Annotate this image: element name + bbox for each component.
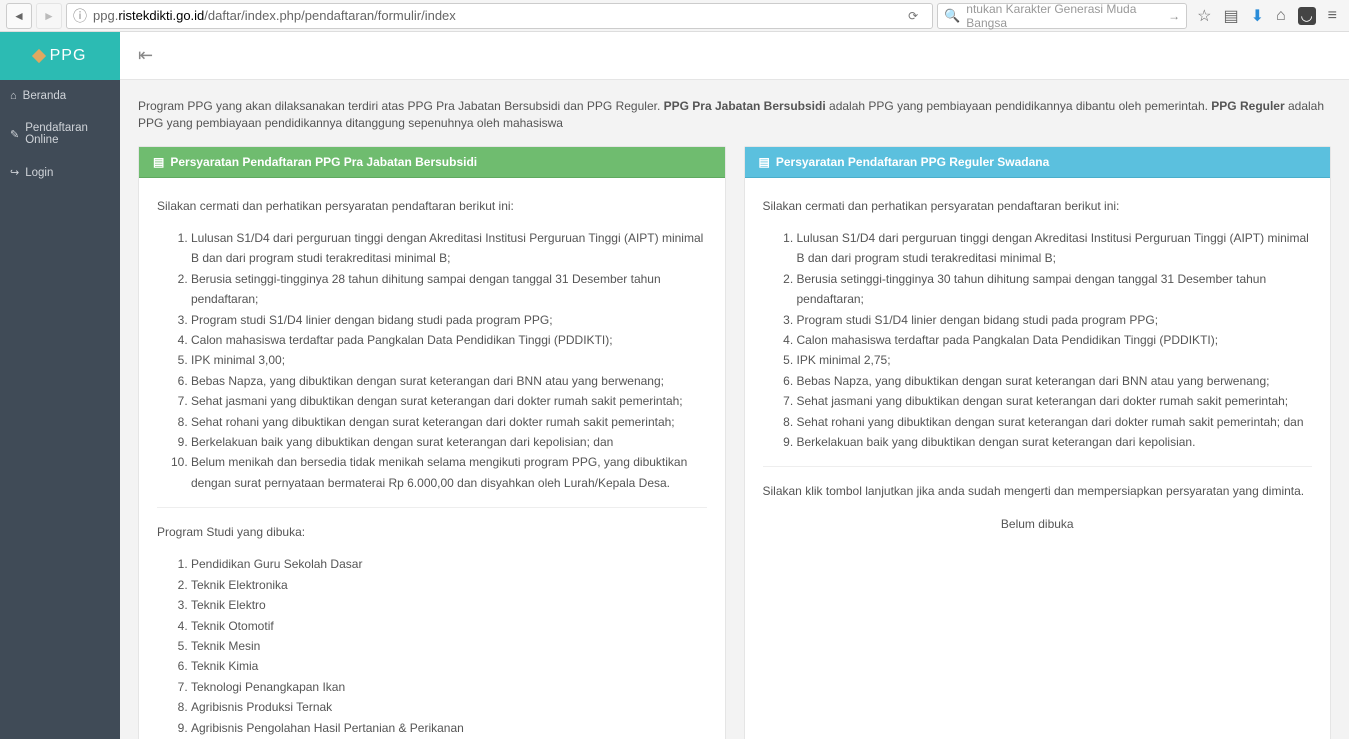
list-item: Program studi S1/D4 linier dengan bidang… [797, 310, 1313, 330]
list-item: Pendidikan Guru Sekolah Dasar [191, 554, 707, 574]
panel-header-reguler: ▤ Persyaratan Pendaftaran PPG Reguler Sw… [745, 147, 1331, 178]
list-item: IPK minimal 2,75; [797, 350, 1313, 370]
sidebar-item-beranda[interactable]: ⌂ Beranda [0, 80, 120, 112]
book-icon: ▤ [153, 155, 164, 169]
list-item: Berkelakuan baik yang dibuktikan dengan … [191, 432, 707, 452]
right-closed-text: Belum dibuka [763, 514, 1313, 534]
login-icon: ↪ [10, 166, 19, 179]
list-item: Teknik Otomotif [191, 616, 707, 636]
list-item: Sehat rohani yang dibuktikan dengan sura… [191, 412, 707, 432]
list-item: Berusia setinggi-tingginya 28 tahun dihi… [191, 269, 707, 310]
sidebar-item-label: Login [25, 167, 53, 179]
left-intro: Silakan cermati dan perhatikan persyarat… [157, 196, 707, 216]
search-icon: 🔍 [944, 8, 960, 24]
list-item: Sehat jasmani yang dibuktikan dengan sur… [797, 391, 1313, 411]
search-text: ntukan Karakter Generasi Muda Bangsa [966, 2, 1162, 30]
search-go-icon[interactable]: → [1168, 9, 1180, 23]
search-bar[interactable]: 🔍 ntukan Karakter Generasi Muda Bangsa → [937, 3, 1187, 29]
intro-text: Program PPG yang akan dilaksanakan terdi… [138, 98, 1331, 132]
panel-title: Persyaratan Pendaftaran PPG Pra Jabatan … [170, 155, 477, 169]
list-item: Program studi S1/D4 linier dengan bidang… [191, 310, 707, 330]
bookmark-star-icon[interactable]: ☆ [1197, 6, 1211, 26]
topbar: ⇤ [120, 32, 1349, 80]
menu-icon[interactable]: ≡ [1328, 7, 1337, 25]
brand-diamond-icon [32, 49, 46, 63]
right-cta-text: Silakan klik tombol lanjutkan jika anda … [763, 481, 1313, 501]
right-requirements: Lulusan S1/D4 dari perguruan tinggi deng… [763, 228, 1313, 452]
list-item: Berkelakuan baik yang dibuktikan dengan … [797, 432, 1313, 452]
list-item: IPK minimal 3,00; [191, 350, 707, 370]
forward-button[interactable]: ► [36, 3, 62, 29]
edit-icon: ✎ [10, 128, 19, 141]
home-icon: ⌂ [10, 90, 17, 102]
list-item: Sehat jasmani yang dibuktikan dengan sur… [191, 391, 707, 411]
download-icon[interactable]: ⬇ [1251, 6, 1264, 26]
list-item: Calon mahasiswa terdaftar pada Pangkalan… [797, 330, 1313, 350]
brand-logo[interactable]: PPG [0, 32, 120, 80]
list-item: Teknik Elektronika [191, 575, 707, 595]
info-icon[interactable]: ⓘ [73, 6, 87, 26]
browser-icons: ☆ ▤ ⬇ ⌂ ◡ ≡ [1191, 6, 1343, 26]
sidebar-item-label: Beranda [23, 90, 66, 102]
list-item: Teknik Elektro [191, 595, 707, 615]
sidebar: PPG ⌂ Beranda ✎ Pendaftaran Online ↪ Log… [0, 32, 120, 739]
right-intro: Silakan cermati dan perhatikan persyarat… [763, 196, 1313, 216]
left-requirements: Lulusan S1/D4 dari perguruan tinggi deng… [157, 228, 707, 493]
list-item: Belum menikah dan bersedia tidak menikah… [191, 452, 707, 493]
list-item: Teknik Kimia [191, 656, 707, 676]
divider [157, 507, 707, 508]
left-programs: Pendidikan Guru Sekolah Dasar Teknik Ele… [157, 554, 707, 739]
list-item: Lulusan S1/D4 dari perguruan tinggi deng… [797, 228, 1313, 269]
panel-bersubsidi: ▤ Persyaratan Pendaftaran PPG Pra Jabata… [138, 146, 726, 739]
reload-icon[interactable]: ⟳ [900, 3, 926, 29]
panel-reguler: ▤ Persyaratan Pendaftaran PPG Reguler Sw… [744, 146, 1332, 739]
list-item: Bebas Napza, yang dibuktikan dengan sura… [797, 371, 1313, 391]
back-button[interactable]: ◄ [6, 3, 32, 29]
panel-header-bersubsidi: ▤ Persyaratan Pendaftaran PPG Pra Jabata… [139, 147, 725, 178]
list-item: Bebas Napza, yang dibuktikan dengan sura… [191, 371, 707, 391]
sidebar-item-label: Pendaftaran Online [25, 122, 110, 146]
list-item: Agribisnis Pengolahan Hasil Pertanian & … [191, 718, 707, 738]
list-item: Teknologi Penangkapan Ikan [191, 677, 707, 697]
sidebar-item-login[interactable]: ↪ Login [0, 156, 120, 189]
bookmark-list-icon[interactable]: ▤ [1223, 6, 1238, 26]
list-item: Lulusan S1/D4 dari perguruan tinggi deng… [191, 228, 707, 269]
list-item: Sehat rohani yang dibuktikan dengan sura… [797, 412, 1313, 432]
url-text: ppg.ristekdikti.go.id/daftar/index.php/p… [93, 8, 894, 23]
sidebar-toggle-icon[interactable]: ⇤ [138, 45, 153, 66]
brand-text: PPG [50, 47, 87, 65]
divider [763, 466, 1313, 467]
browser-toolbar: ◄ ► ⓘ ppg.ristekdikti.go.id/daftar/index… [0, 0, 1349, 32]
book-icon: ▤ [759, 155, 770, 169]
list-item: Calon mahasiswa terdaftar pada Pangkalan… [191, 330, 707, 350]
sidebar-item-pendaftaran[interactable]: ✎ Pendaftaran Online [0, 112, 120, 156]
home-icon[interactable]: ⌂ [1276, 7, 1286, 25]
list-item: Agribisnis Produksi Ternak [191, 697, 707, 717]
list-item: Berusia setinggi-tingginya 30 tahun dihi… [797, 269, 1313, 310]
url-bar[interactable]: ⓘ ppg.ristekdikti.go.id/daftar/index.php… [66, 3, 933, 29]
list-item: Teknik Mesin [191, 636, 707, 656]
content-area: ⇤ Program PPG yang akan dilaksanakan ter… [120, 32, 1349, 739]
left-prog-label: Program Studi yang dibuka: [157, 522, 707, 542]
panel-title: Persyaratan Pendaftaran PPG Reguler Swad… [776, 155, 1049, 169]
pocket-icon[interactable]: ◡ [1298, 7, 1316, 25]
